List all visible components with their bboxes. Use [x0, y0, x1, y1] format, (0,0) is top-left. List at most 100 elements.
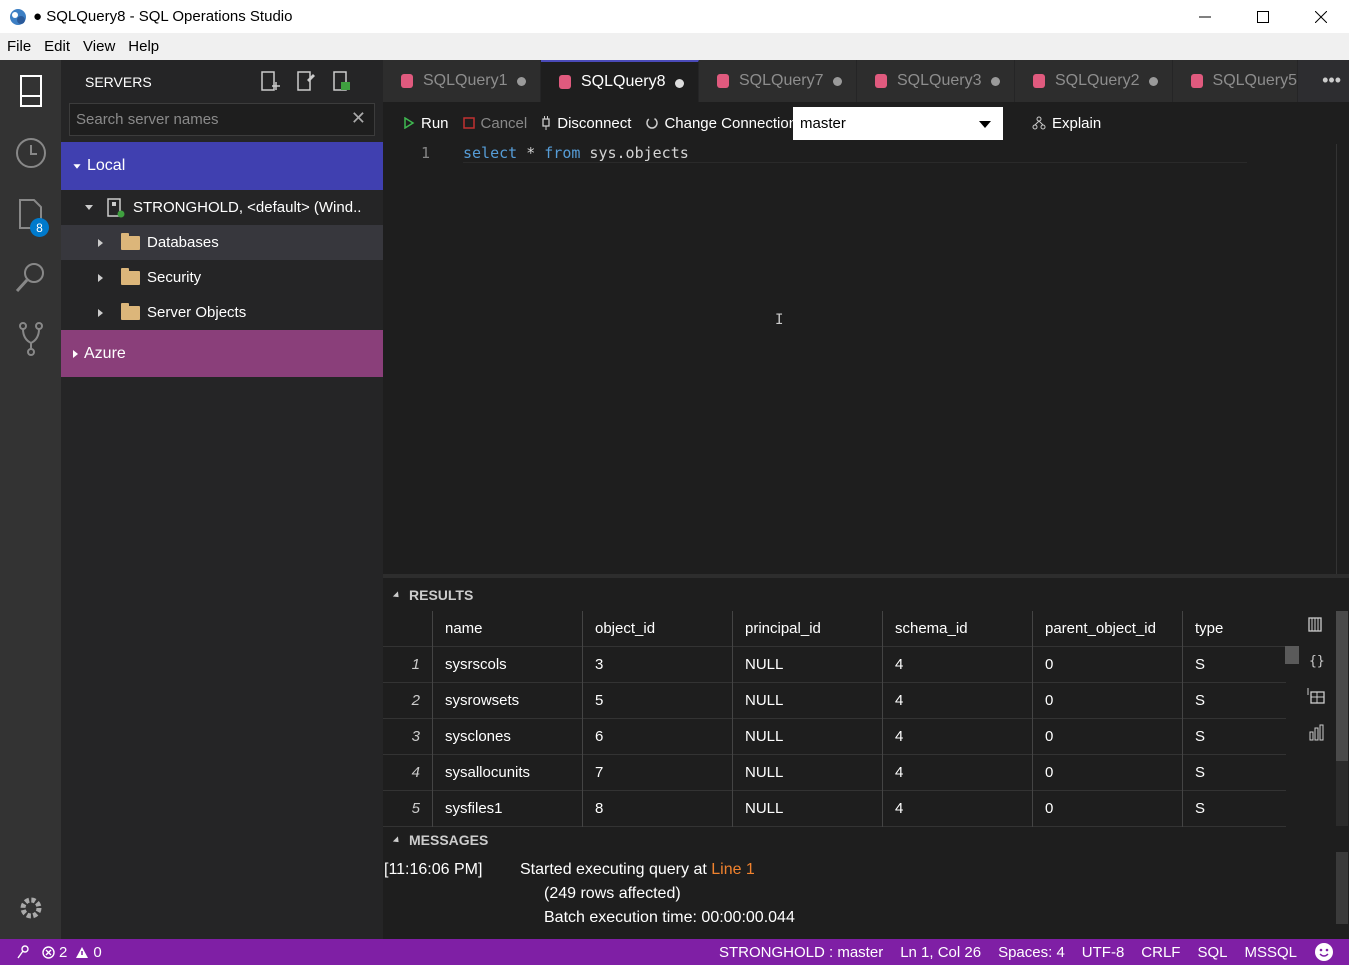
- table-cell[interactable]: 6: [583, 718, 733, 755]
- new-server-group-icon[interactable]: [295, 70, 317, 92]
- problems-indicator[interactable]: 2 0: [42, 944, 102, 961]
- unsaved-dot-icon[interactable]: [1149, 77, 1158, 86]
- table-cell[interactable]: sysrowsets: [433, 682, 583, 719]
- tree-item-databases[interactable]: Databases: [61, 225, 383, 260]
- status-eol[interactable]: CRLF: [1141, 944, 1180, 961]
- status-indentation[interactable]: Spaces: 4: [998, 944, 1065, 961]
- explorer-view-button[interactable]: 8: [0, 184, 61, 246]
- active-connections-icon[interactable]: [331, 70, 353, 92]
- close-button[interactable]: [1292, 0, 1349, 33]
- unsaved-dot-icon[interactable]: [991, 77, 1000, 86]
- status-provider[interactable]: MSSQL: [1244, 944, 1297, 961]
- server-group-azure[interactable]: Azure: [61, 330, 383, 377]
- status-connection[interactable]: STRONGHOLD : master: [719, 944, 883, 961]
- table-cell[interactable]: 4: [883, 682, 1033, 719]
- table-cell[interactable]: S: [1183, 719, 1286, 755]
- server-search-input[interactable]: Search server names ✕: [69, 103, 375, 136]
- tree-item-server-objects[interactable]: Server Objects: [61, 295, 383, 330]
- maximize-button[interactable]: [1234, 0, 1292, 33]
- table-cell[interactable]: 0: [1033, 790, 1183, 827]
- feedback-smiley-icon[interactable]: [1314, 942, 1334, 962]
- menu-file[interactable]: File: [1, 38, 37, 55]
- table-cell[interactable]: NULL: [733, 718, 883, 755]
- code-line[interactable]: select * from sys.objects: [463, 144, 689, 162]
- grid-scrollbar-thumb[interactable]: [1285, 646, 1299, 664]
- table-cell[interactable]: 0: [1033, 682, 1183, 719]
- table-cell[interactable]: 7: [583, 754, 733, 791]
- table-cell[interactable]: 8: [583, 790, 733, 827]
- status-encoding[interactable]: UTF-8: [1082, 944, 1125, 961]
- table-cell[interactable]: 0: [1033, 754, 1183, 791]
- search-view-button[interactable]: [0, 246, 61, 308]
- menu-view[interactable]: View: [77, 38, 121, 55]
- run-button[interactable]: Run: [403, 115, 449, 132]
- query-editor[interactable]: 1 select * from sys.objects I: [383, 144, 1349, 574]
- tree-item-security[interactable]: Security: [61, 260, 383, 295]
- more-tabs-icon[interactable]: •••: [1322, 70, 1341, 91]
- table-cell[interactable]: sysfiles1: [433, 790, 583, 827]
- table-row[interactable]: 2 sysrowsets 5 NULL 4 0 S: [383, 682, 1286, 719]
- table-cell[interactable]: NULL: [733, 646, 883, 683]
- table-row[interactable]: 1 sysrscols 3 NULL 4 0 S: [383, 646, 1286, 683]
- menu-help[interactable]: Help: [122, 38, 165, 55]
- column-header[interactable]: type: [1183, 611, 1286, 647]
- table-cell[interactable]: 0: [1033, 646, 1183, 683]
- column-header[interactable]: name: [433, 610, 583, 647]
- new-connection-icon[interactable]: [259, 70, 281, 92]
- server-group-local[interactable]: Local: [61, 142, 383, 190]
- table-cell[interactable]: 0: [1033, 718, 1183, 755]
- table-cell[interactable]: 4: [883, 718, 1033, 755]
- status-language[interactable]: SQL: [1197, 944, 1227, 961]
- table-cell[interactable]: S: [1183, 647, 1286, 683]
- server-node[interactable]: STRONGHOLD, <default> (Wind..: [61, 190, 383, 225]
- unsaved-dot-icon[interactable]: [675, 79, 684, 88]
- table-cell[interactable]: 4: [883, 790, 1033, 827]
- table-cell[interactable]: 3: [583, 646, 733, 683]
- tab-sqlquery8[interactable]: SQLQuery8: [541, 60, 699, 102]
- table-cell[interactable]: 5: [583, 682, 733, 719]
- tab-sqlquery2[interactable]: SQLQuery2: [1015, 60, 1173, 102]
- table-cell[interactable]: 4: [883, 646, 1033, 683]
- editor-scrollbar[interactable]: [1336, 144, 1349, 574]
- table-cell[interactable]: NULL: [733, 754, 883, 791]
- column-header[interactable]: schema_id: [883, 610, 1033, 647]
- table-cell[interactable]: sysrscols: [433, 646, 583, 683]
- source-control-view-button[interactable]: [0, 308, 61, 370]
- servers-view-button[interactable]: [0, 60, 61, 122]
- table-row[interactable]: 3 sysclones 6 NULL 4 0 S: [383, 718, 1286, 755]
- status-cursor-position[interactable]: Ln 1, Col 26: [900, 944, 981, 961]
- table-cell[interactable]: S: [1183, 683, 1286, 719]
- table-cell[interactable]: S: [1183, 791, 1286, 827]
- column-header[interactable]: parent_object_id: [1033, 610, 1183, 647]
- explain-button[interactable]: Explain: [1032, 115, 1101, 132]
- tab-sqlquery7[interactable]: SQLQuery7: [699, 60, 857, 102]
- unsaved-dot-icon[interactable]: [517, 77, 526, 86]
- tab-sqlquery5[interactable]: SQLQuery5: [1173, 60, 1298, 102]
- results-scroll-thumb[interactable]: [1336, 611, 1348, 761]
- unsaved-dot-icon[interactable]: [833, 77, 842, 86]
- column-header[interactable]: object_id: [583, 610, 733, 647]
- minimize-button[interactable]: [1176, 0, 1234, 33]
- database-dropdown[interactable]: master: [793, 107, 1003, 140]
- results-scrollbar[interactable]: [1336, 611, 1348, 826]
- disconnect-button[interactable]: Disconnect: [541, 115, 631, 132]
- clear-search-icon[interactable]: ✕: [351, 108, 366, 129]
- table-cell[interactable]: S: [1183, 755, 1286, 791]
- menu-edit[interactable]: Edit: [38, 38, 76, 55]
- results-section-header[interactable]: RESULTS: [383, 583, 473, 607]
- save-as-json-icon[interactable]: {}: [1306, 651, 1326, 669]
- save-as-csv-icon[interactable]: [1306, 615, 1326, 633]
- table-row[interactable]: 4 sysallocunits 7 NULL 4 0 S: [383, 754, 1286, 791]
- line-link[interactable]: Line 1: [711, 861, 755, 878]
- column-header[interactable]: principal_id: [733, 610, 883, 647]
- table-row[interactable]: 5 sysfiles1 8 NULL 4 0 S: [383, 790, 1286, 827]
- tab-sqlquery3[interactable]: SQLQuery3: [857, 60, 1015, 102]
- table-cell[interactable]: 4: [883, 754, 1033, 791]
- connection-status-icon[interactable]: [16, 944, 32, 960]
- history-view-button[interactable]: [0, 122, 61, 184]
- table-cell[interactable]: NULL: [733, 682, 883, 719]
- tab-sqlquery1[interactable]: SQLQuery1: [383, 60, 541, 102]
- messages-scrollbar[interactable]: [1336, 852, 1348, 924]
- change-connection-button[interactable]: Change Connection: [645, 115, 797, 132]
- cancel-button[interactable]: Cancel: [462, 115, 527, 132]
